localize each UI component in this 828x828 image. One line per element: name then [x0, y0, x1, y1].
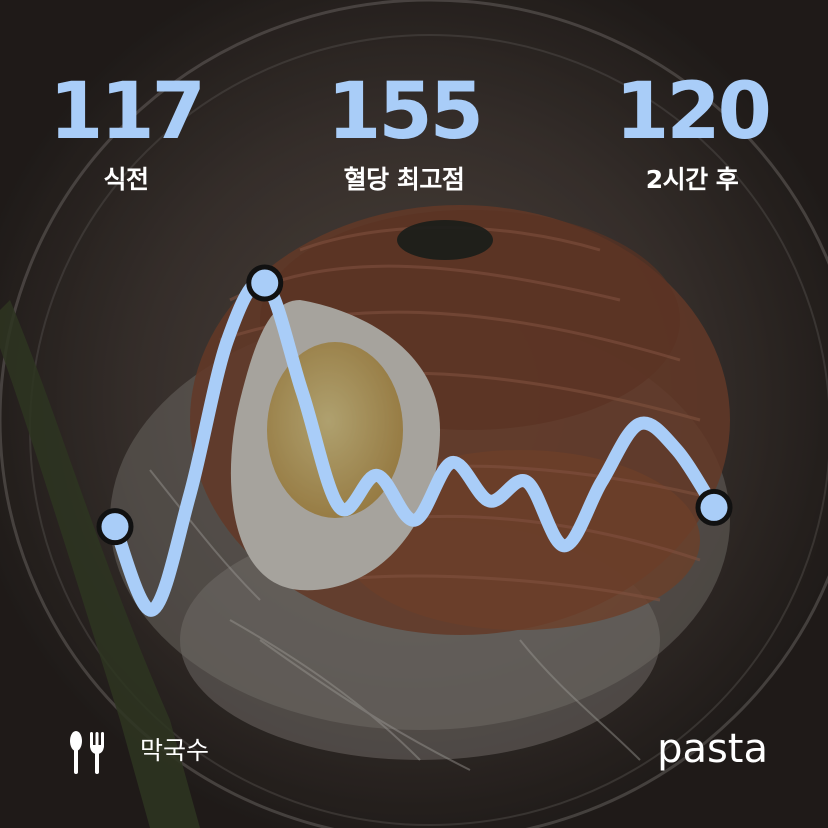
- start-point-marker: [96, 508, 134, 546]
- food-name: 막국수: [140, 736, 210, 765]
- fork-knife-icon: [70, 731, 104, 774]
- brand-logo: pasta: [657, 726, 768, 772]
- glucose-curve-line: [108, 275, 721, 617]
- peak-point-marker: [246, 264, 284, 302]
- glucose-chart: [96, 264, 733, 617]
- end-point-marker: [695, 488, 733, 526]
